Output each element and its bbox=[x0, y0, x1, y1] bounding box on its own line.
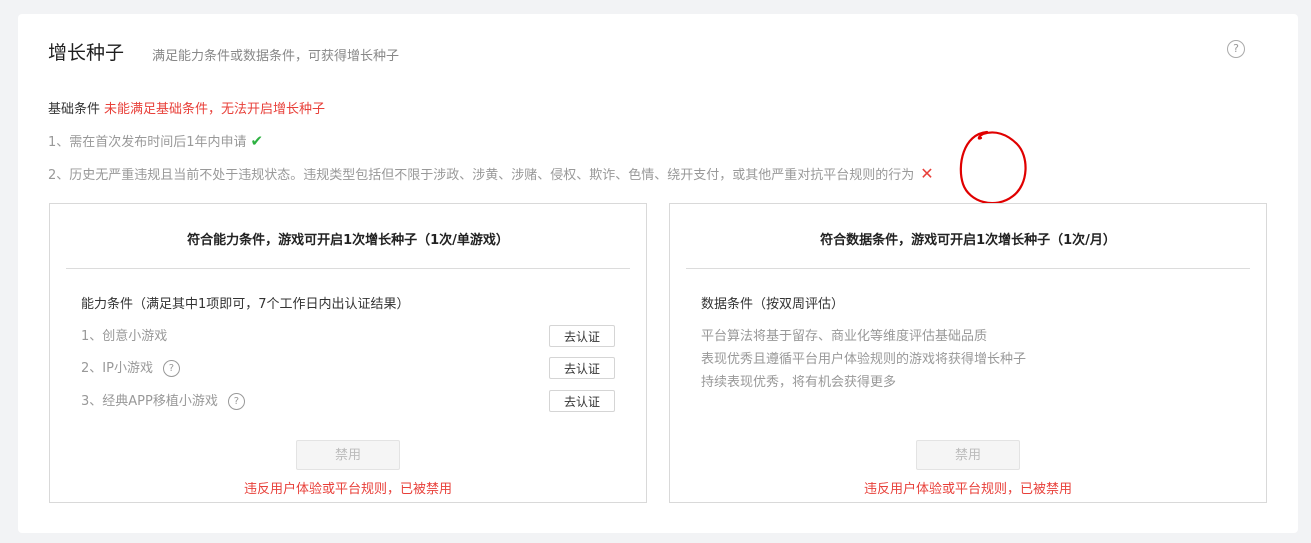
basic-condition-warning: 未能满足基础条件，无法开启增长种子 bbox=[104, 102, 326, 117]
requirement-2-text: 2、历史无严重违规且当前不处于违规状态。违规类型包括但不限于涉政、涉黄、涉赌、侵… bbox=[48, 168, 915, 183]
requirement-1-text: 1、需在首次发布时间后1年内申请 bbox=[48, 135, 247, 150]
condition-label: 3、经典APP移植小游戏 bbox=[81, 394, 218, 409]
data-description-line: 表现优秀且遵循平台用户体验规则的游戏将获得增长种子 bbox=[701, 352, 1027, 367]
question-icon[interactable]: ? bbox=[227, 393, 245, 410]
check-icon: ✔ bbox=[250, 132, 264, 150]
verify-button-app-port[interactable]: 去认证 bbox=[549, 390, 615, 412]
cross-icon: ✕ bbox=[920, 164, 934, 183]
divider bbox=[686, 268, 1250, 269]
ability-condition-1: 1、创意小游戏 bbox=[81, 325, 167, 344]
ability-panel-heading: 符合能力条件，游戏可开启1次增长种子（1次/单游戏） bbox=[187, 233, 509, 248]
requirement-1: 1、需在首次发布时间后1年内申请 ✔ bbox=[48, 131, 263, 150]
ability-section-title: 能力条件（满足其中1项即可，7个工作日内出认证结果） bbox=[81, 297, 410, 312]
condition-label: 1、创意小游戏 bbox=[81, 329, 168, 344]
page-subtitle: 满足能力条件或数据条件，可获得增长种子 bbox=[152, 49, 400, 64]
data-description-line: 平台算法将基于留存、商业化等维度评估基础品质 bbox=[701, 329, 988, 344]
violation-notice: 违反用户体验或平台规则，已被禁用 bbox=[863, 482, 1072, 497]
data-panel-heading: 符合数据条件，游戏可开启1次增长种子（1次/月） bbox=[820, 233, 1116, 248]
disabled-button[interactable]: 禁用 bbox=[916, 440, 1020, 470]
data-description-line: 持续表现优秀，将有机会获得更多 bbox=[701, 375, 897, 390]
growth-seed-card: 增长种子 满足能力条件或数据条件，可获得增长种子 ? 基础条件 未能满足基础条件，… bbox=[18, 14, 1298, 533]
basic-condition-label: 基础条件 bbox=[48, 102, 101, 117]
data-condition-panel: 符合数据条件，游戏可开启1次增长种子（1次/月） 数据条件（按双周评估） 平台算… bbox=[669, 203, 1267, 503]
page-title: 增长种子 bbox=[48, 42, 125, 64]
disabled-button[interactable]: 禁用 bbox=[296, 440, 400, 470]
divider bbox=[66, 268, 630, 269]
verify-button-ip[interactable]: 去认证 bbox=[549, 357, 615, 379]
ability-condition-2: 2、IP小游戏? bbox=[81, 357, 180, 377]
verify-button-creative[interactable]: 去认证 bbox=[549, 325, 615, 347]
question-icon[interactable]: ? bbox=[162, 360, 180, 377]
red-circle-annotation bbox=[959, 130, 1027, 205]
help-icon[interactable]: ? bbox=[1227, 40, 1245, 58]
violation-notice: 违反用户体验或平台规则，已被禁用 bbox=[243, 482, 452, 497]
basic-condition-row: 基础条件 未能满足基础条件，无法开启增长种子 bbox=[48, 98, 325, 117]
ability-condition-3: 3、经典APP移植小游戏? bbox=[81, 390, 245, 410]
condition-label: 2、IP小游戏 bbox=[81, 361, 153, 376]
ability-condition-panel: 符合能力条件，游戏可开启1次增长种子（1次/单游戏） 能力条件（满足其中1项即可… bbox=[49, 203, 647, 503]
data-section-title: 数据条件（按双周评估） bbox=[701, 297, 845, 312]
requirement-2: 2、历史无严重违规且当前不处于违规状态。违规类型包括但不限于涉政、涉黄、涉赌、侵… bbox=[48, 164, 934, 183]
